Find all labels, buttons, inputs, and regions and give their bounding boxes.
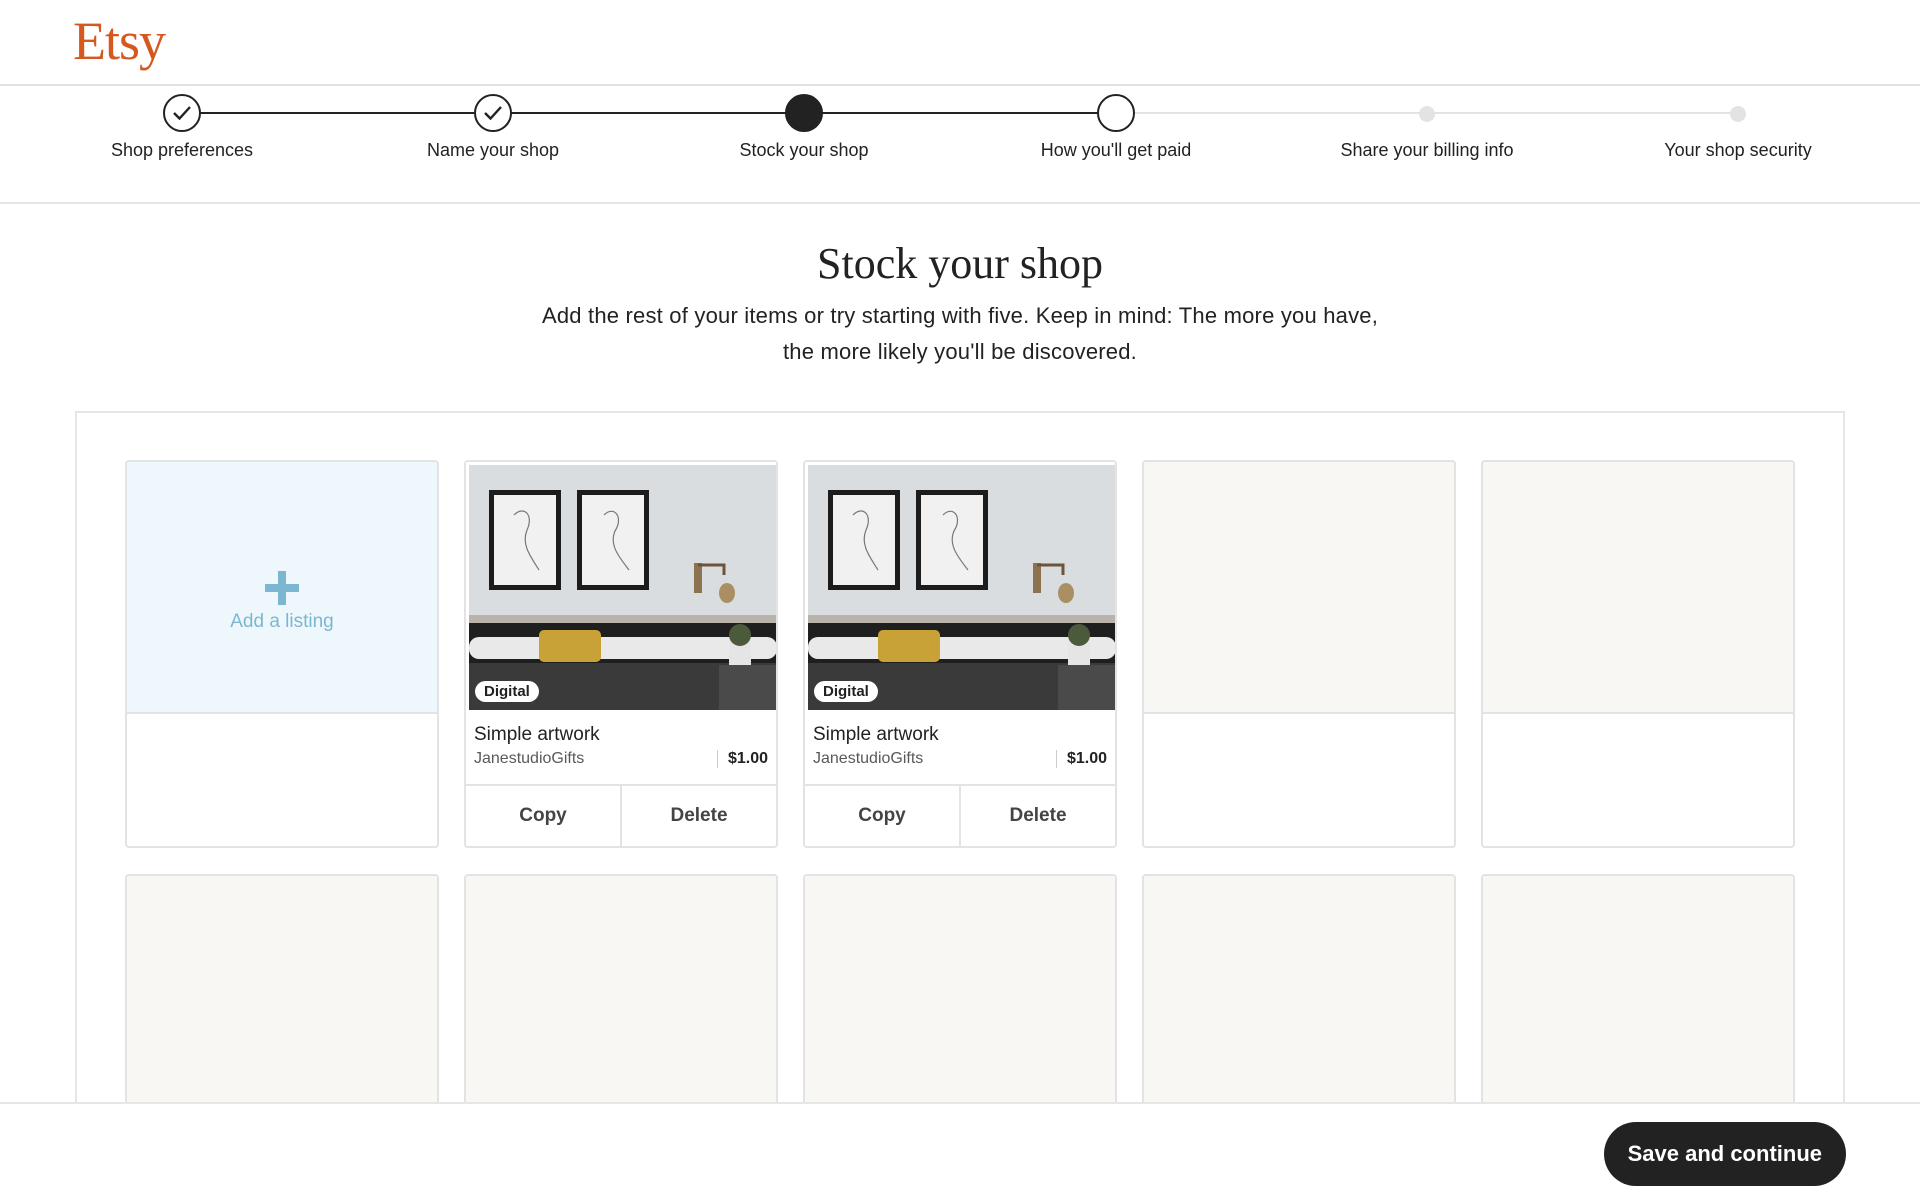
digital-badge: Digital <box>475 681 539 702</box>
etsy-logo[interactable]: Etsy <box>73 10 166 72</box>
step-label: Share your billing info <box>1340 140 1514 160</box>
listing-title[interactable]: Simple artwork <box>466 710 776 746</box>
next-step-dot <box>1097 94 1135 132</box>
page-subtitle: Add the rest of your items or try starti… <box>541 303 1379 364</box>
digital-badge: Digital <box>814 681 878 702</box>
step-label: Shop preferences <box>110 140 254 160</box>
listing-card[interactable]: Digital Simple artwork JanestudioGifts $… <box>464 460 778 848</box>
listings-panel: Add a listing Digital Simple artwork Jan… <box>75 411 1845 1174</box>
future-step-dot <box>1419 106 1435 122</box>
plus-icon <box>265 571 299 605</box>
listing-actions: Copy Delete <box>466 784 776 846</box>
delete-button[interactable]: Delete <box>620 786 776 846</box>
listing-actions: Copy Delete <box>805 784 1115 846</box>
copy-button[interactable]: Copy <box>466 786 620 846</box>
listing-title[interactable]: Simple artwork <box>805 710 1115 746</box>
save-and-continue-button[interactable]: Save and continue <box>1603 1122 1846 1186</box>
add-listing-area[interactable]: Add a listing <box>127 462 437 714</box>
step-label: Your shop security <box>1664 140 1812 160</box>
progress-line-complete <box>182 112 1116 114</box>
empty-listing-slot <box>1481 460 1795 848</box>
progress-stepper: Shop preferences Name your shop Stock yo… <box>0 84 1920 204</box>
header: Etsy <box>0 0 1920 86</box>
step-label: Name your shop <box>426 140 560 160</box>
check-icon <box>163 94 201 132</box>
add-listing-card[interactable]: Add a listing <box>125 460 439 848</box>
listing-price: $1.00 <box>1055 750 1107 768</box>
current-step-dot <box>785 94 823 132</box>
footer-bar: Save and continue <box>0 1102 1920 1202</box>
listing-card[interactable]: Digital Simple artwork JanestudioGifts $… <box>803 460 1117 848</box>
delete-button[interactable]: Delete <box>959 786 1115 846</box>
empty-slot-placeholder <box>1483 462 1793 714</box>
listing-price: $1.00 <box>716 750 768 768</box>
future-step-dot <box>1730 106 1746 122</box>
check-icon <box>474 94 512 132</box>
page-title: Stock your shop <box>817 239 1103 288</box>
copy-button[interactable]: Copy <box>805 786 959 846</box>
add-listing-label: Add a listing <box>230 611 334 632</box>
listing-meta: JanestudioGifts $1.00 <box>805 746 1115 774</box>
empty-listing-slot <box>1142 460 1456 848</box>
shop-name: JanestudioGifts <box>813 750 924 767</box>
step-label: How you'll get paid <box>1040 140 1192 160</box>
step-label: Stock your shop <box>739 140 869 160</box>
listing-image[interactable]: Digital <box>466 462 776 713</box>
shop-name: JanestudioGifts <box>474 750 585 767</box>
listing-meta: JanestudioGifts $1.00 <box>466 746 776 774</box>
listing-image[interactable]: Digital <box>805 462 1115 713</box>
empty-slot-placeholder <box>1144 462 1454 714</box>
